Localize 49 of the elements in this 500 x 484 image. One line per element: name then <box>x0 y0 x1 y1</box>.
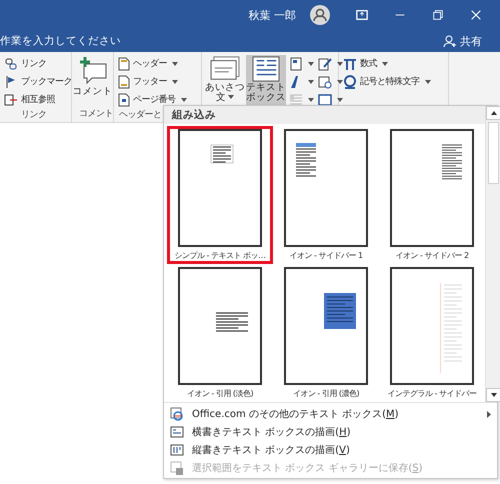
group-label: ヘッダーと <box>118 108 162 122</box>
menu-item[interactable]: 縦書きテキスト ボックスの描画(V) <box>164 441 497 459</box>
gallery-item[interactable]: シンプル - テキスト ボッ… <box>167 126 273 264</box>
section-header: 組み込み <box>164 106 485 124</box>
scroll-thumb[interactable] <box>488 122 499 184</box>
user-name: 秋葉 一郎 <box>248 8 296 22</box>
gallery-item[interactable]: イオン - サイドバー 1 <box>273 126 379 264</box>
close-icon[interactable] <box>470 9 482 21</box>
card-icon <box>209 56 241 82</box>
scroll-down-button[interactable] <box>486 388 500 402</box>
globe-icon <box>170 407 184 421</box>
gallery-item[interactable]: インテグラル - サイドバー <box>379 264 485 402</box>
restore-icon[interactable] <box>432 9 444 21</box>
ribbon-button[interactable]: コメント <box>72 55 112 107</box>
group-label: リンク <box>20 109 46 122</box>
ribbon-button[interactable]: リンク <box>3 55 48 72</box>
group-label: コメント <box>78 108 113 121</box>
menu-item[interactable]: Office.com のその他のテキスト ボックス(M) <box>164 405 497 423</box>
gallery-item[interactable]: イオン - サイドバー 2 <box>379 126 485 264</box>
comment-icon <box>78 56 108 86</box>
ribbon-button[interactable]: 記号と特殊文字 <box>342 73 432 90</box>
ribbon-button[interactable]: フッター <box>117 73 179 90</box>
page-icon <box>118 92 130 106</box>
triangle-down-icon <box>490 393 496 397</box>
ribbon-button[interactable]: ページ番号 <box>117 91 188 108</box>
scroll-up-button[interactable] <box>486 106 500 120</box>
text-box-icon <box>252 56 280 82</box>
menu-item[interactable]: 横書きテキスト ボックスの描画(H) <box>164 423 497 441</box>
pi-icon <box>343 56 357 70</box>
page-icon <box>118 74 130 88</box>
gallery-item[interactable]: イオン - 引用 (淡色) <box>167 264 273 402</box>
save-icon <box>170 461 184 475</box>
tell-me-field[interactable]: 作業を入力してください <box>0 34 121 48</box>
page-icon <box>118 56 130 70</box>
cross-reference-icon <box>4 92 18 106</box>
ribbon-button[interactable]: ヘッダー <box>117 55 179 72</box>
person-add-icon <box>443 34 457 48</box>
ribbon-button[interactable]: 相互参照 <box>3 91 56 108</box>
gallery-item[interactable]: イオン - 引用 (濃色) <box>273 264 379 402</box>
ribbon-button[interactable]: 数式 <box>342 55 389 72</box>
vertical-text-box-icon <box>170 443 184 457</box>
text-box-icon <box>170 425 184 439</box>
ribbon-display-icon[interactable] <box>356 9 368 21</box>
triangle-up-icon <box>490 111 496 115</box>
ribbon-button[interactable]: ブックマーク <box>3 73 73 90</box>
share-button[interactable]: 共有 <box>443 34 482 48</box>
link-icon <box>4 56 18 70</box>
omega-icon <box>343 74 357 88</box>
avatar-icon[interactable] <box>310 5 330 25</box>
